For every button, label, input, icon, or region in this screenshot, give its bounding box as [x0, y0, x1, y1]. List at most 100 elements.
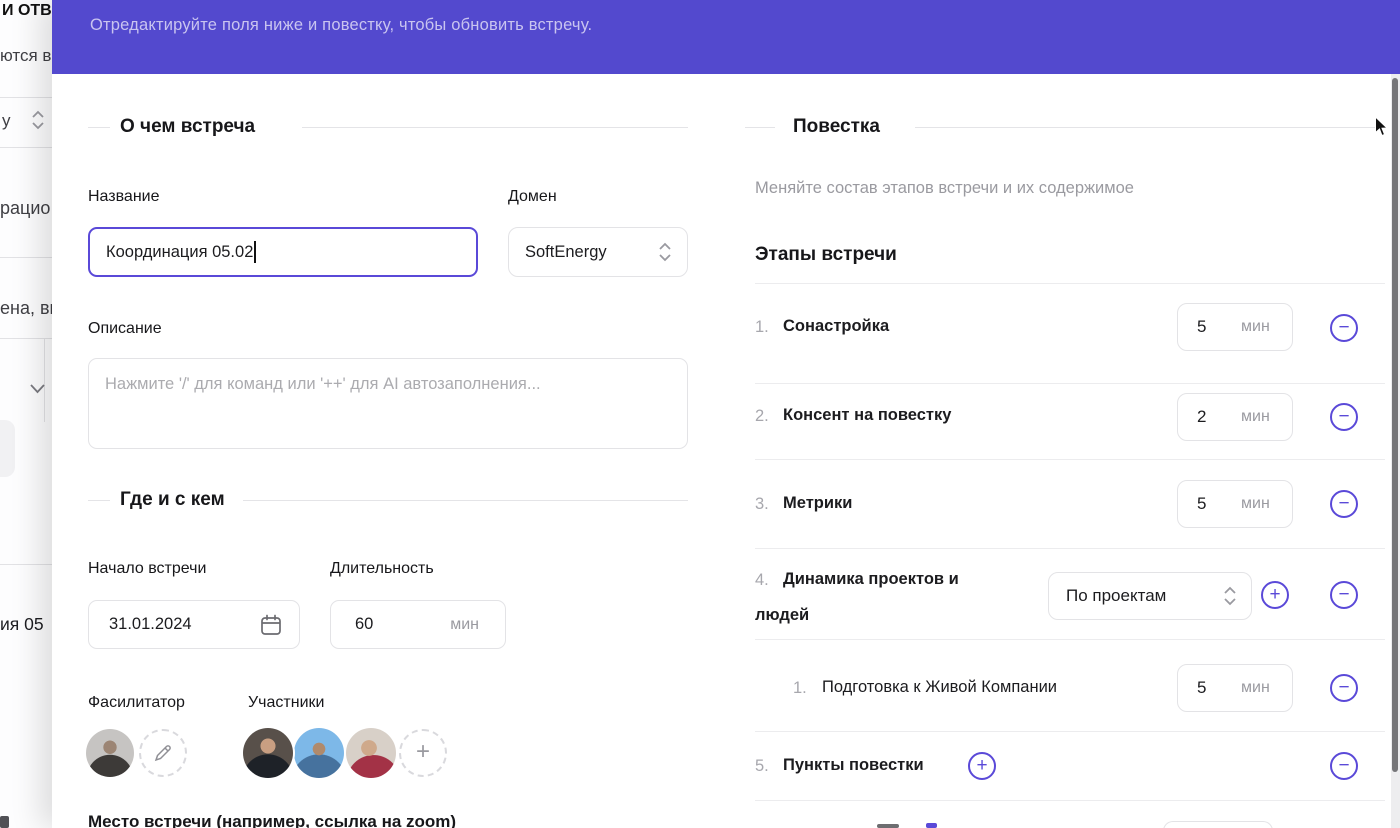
section-rule [915, 127, 1383, 128]
participants-label: Участники [248, 694, 324, 712]
domain-select[interactable]: SoftEnergy [508, 227, 688, 277]
stage-title: Пункты повестки [783, 756, 924, 775]
minutes-value: 5 [1197, 494, 1231, 514]
stage-title: Консент на повестку [783, 406, 951, 425]
bg-dark-fragment [0, 816, 9, 828]
row-divider [755, 800, 1385, 801]
stage-title: Метрики [783, 494, 852, 513]
edit-facilitator-button[interactable] [139, 729, 187, 777]
row-divider [755, 548, 1385, 549]
chevron-updown-icon [657, 241, 673, 263]
participant-avatar[interactable] [346, 728, 396, 778]
agenda-subtitle: Меняйте состав этапов встречи и их содер… [755, 179, 1134, 198]
minus-icon: − [1338, 318, 1349, 337]
add-agenda-item-button[interactable]: + [968, 752, 996, 780]
minutes-unit: мин [1241, 495, 1270, 513]
description-label: Описание [88, 320, 162, 338]
remove-stage-button[interactable]: − [1330, 581, 1358, 609]
bg-divider [0, 564, 52, 565]
remove-stage-button[interactable]: − [1330, 403, 1358, 431]
background-page-strip: И ОТВ ются в у рацио ена, вы ия 05 [0, 0, 52, 828]
remove-stage-button[interactable]: − [1330, 490, 1358, 518]
row-divider [755, 639, 1385, 640]
stage-number: 1. [755, 318, 769, 337]
row-divider [755, 731, 1385, 732]
add-participant-button[interactable]: + [399, 729, 447, 777]
plus-icon: + [976, 756, 987, 775]
bg-column-divider [44, 338, 45, 422]
minus-icon: − [1338, 494, 1349, 513]
remove-substage-button[interactable]: − [1330, 674, 1358, 702]
stages-heading: Этапы встречи [755, 244, 897, 266]
substage-number: 1. [793, 679, 807, 698]
bg-heading-fragment: И ОТВ [2, 2, 52, 20]
facilitator-avatar[interactable] [86, 729, 134, 777]
bg-divider [0, 257, 52, 258]
participant-avatar[interactable] [294, 728, 344, 778]
duration-input[interactable]: 60 мин [330, 600, 506, 649]
minus-icon: − [1338, 407, 1349, 426]
minus-icon: − [1338, 585, 1349, 604]
start-date-input[interactable]: 31.01.2024 [88, 600, 300, 649]
start-label: Начало встречи [88, 560, 206, 578]
stage-number: 4. [755, 571, 769, 590]
stage-mode-select[interactable]: По проектам [1048, 572, 1252, 620]
partial-row-fragment [926, 823, 937, 828]
duration-value: 60 [355, 615, 373, 634]
modal-banner: Отредактируйте поля ниже и повестку, что… [52, 0, 1400, 74]
meeting-name-value: Координация 05.02 [106, 243, 253, 262]
stage-minutes-input[interactable]: 5 мин [1177, 480, 1293, 528]
meeting-name-input[interactable]: Координация 05.02 [88, 227, 478, 277]
row-divider [755, 283, 1385, 284]
edit-meeting-screen: И ОТВ ются в у рацио ена, вы ия 05 Отред… [0, 0, 1400, 828]
plus-icon: + [1269, 585, 1280, 604]
about-section-title: О чем встреча [120, 116, 255, 138]
stage-mode-value: По проектам [1066, 586, 1166, 606]
minutes-unit: мин [1241, 679, 1270, 697]
stage-number: 2. [755, 407, 769, 426]
add-substage-button[interactable]: + [1261, 581, 1289, 609]
section-rule [243, 500, 688, 501]
name-label: Название [88, 188, 160, 206]
minus-icon: − [1338, 756, 1349, 775]
minutes-value: 2 [1197, 407, 1231, 427]
minutes-value: 5 [1197, 317, 1231, 337]
section-rule [88, 500, 110, 501]
bg-text-fragment: рацио [0, 198, 50, 219]
stage-title: Динамика проектов и [783, 570, 959, 589]
bg-divider [0, 147, 52, 148]
mouse-cursor [1374, 116, 1389, 137]
minutes-unit: мин [1241, 408, 1270, 426]
bg-select-fragment: у [2, 111, 11, 131]
stage-number: 3. [755, 495, 769, 514]
section-rule [302, 127, 688, 128]
row-divider [755, 383, 1385, 384]
stage-title: людей [755, 606, 809, 625]
participant-avatar[interactable] [243, 728, 293, 778]
remove-stage-button[interactable]: − [1330, 752, 1358, 780]
stage-number: 5. [755, 757, 769, 776]
remove-stage-button[interactable]: − [1330, 314, 1358, 342]
stage-minutes-input[interactable]: 5 мин [1177, 303, 1293, 351]
stage-title: Сонастройка [783, 317, 889, 336]
description-textarea[interactable]: Нажмите '/' для команд или '++' для AI а… [88, 358, 688, 449]
bg-text-fragment: ются в [0, 46, 51, 66]
substage-title: Подготовка к Живой Компании [822, 678, 1057, 697]
start-date-value: 31.01.2024 [109, 615, 192, 634]
domain-value: SoftEnergy [525, 243, 607, 262]
row-divider [755, 459, 1385, 460]
section-rule [88, 127, 110, 128]
bg-button-fragment [0, 420, 15, 477]
partial-minutes-input [1163, 821, 1273, 828]
minus-icon: − [1338, 678, 1349, 697]
partial-row-fragment [877, 824, 899, 828]
chevron-down-icon [29, 382, 46, 394]
duration-unit: мин [450, 616, 479, 634]
duration-label: Длительность [330, 560, 434, 578]
bg-text-fragment: ия 05 [0, 614, 44, 635]
stage-minutes-input[interactable]: 5 мин [1177, 664, 1293, 712]
minutes-unit: мин [1241, 318, 1270, 336]
section-rule [745, 127, 775, 128]
stage-minutes-input[interactable]: 2 мин [1177, 393, 1293, 441]
scrollbar-thumb[interactable] [1392, 78, 1398, 772]
